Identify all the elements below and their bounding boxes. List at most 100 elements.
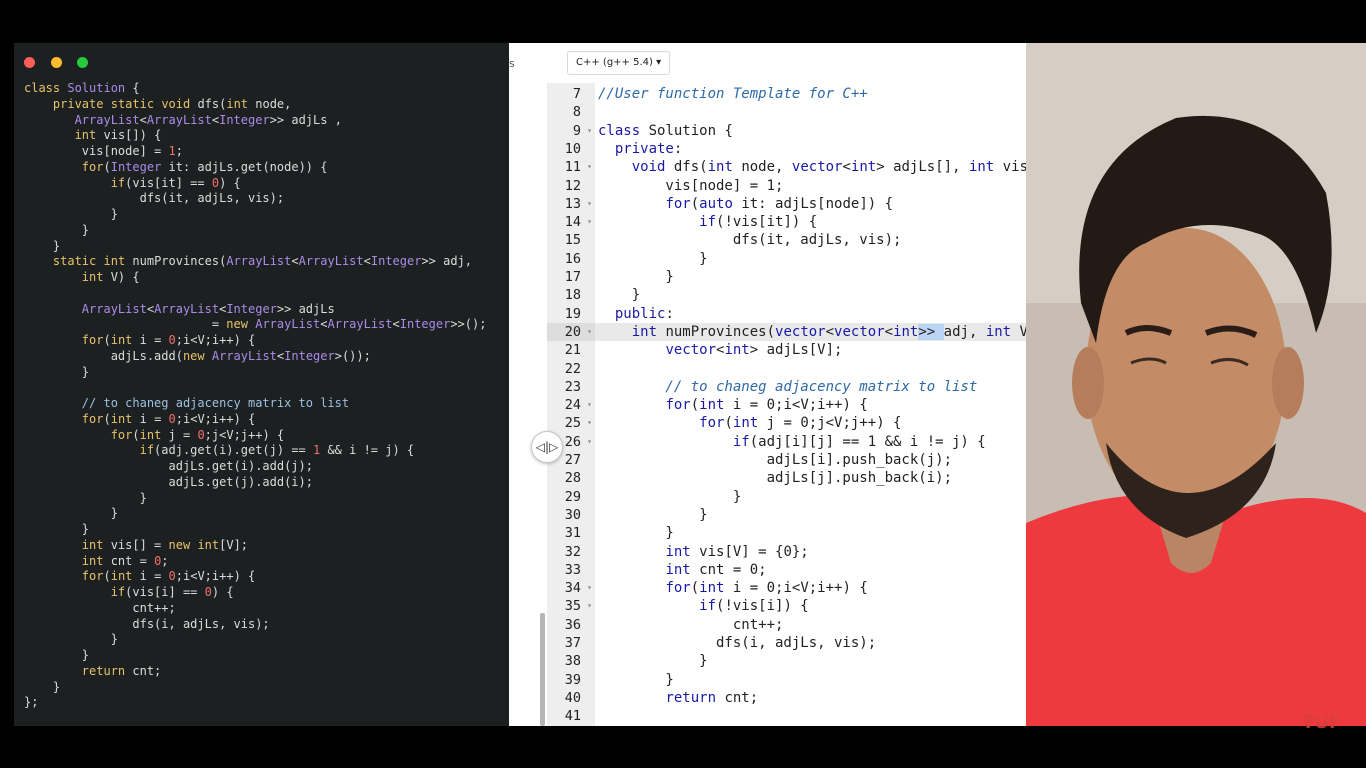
code-line[interactable]: int cnt = 0; bbox=[595, 561, 1026, 579]
code-line[interactable]: adjLs[j].push_back(i); bbox=[595, 469, 1026, 487]
line-number: 32 bbox=[547, 543, 595, 561]
fold-arrow-icon[interactable]: ▾ bbox=[587, 122, 592, 140]
code-line[interactable]: return cnt; bbox=[595, 689, 1026, 707]
line-number: 24 ▾ bbox=[547, 396, 595, 414]
code-line[interactable]: } bbox=[595, 652, 1026, 670]
code-line[interactable]: vis[node] = 1; bbox=[595, 177, 1026, 195]
code-line[interactable]: vector<int> adjLs[V]; bbox=[595, 341, 1026, 359]
line-number: 39 bbox=[547, 671, 595, 689]
code-line[interactable]: cnt++; bbox=[595, 616, 1026, 634]
code-line[interactable]: } bbox=[595, 286, 1026, 304]
line-number: 19 bbox=[547, 305, 595, 323]
line-number-gutter: 7 8 9 ▾ 10 11 ▾ 12 13 ▾ 14 ▾ 15 16 17 18 19 20 ▾ 21 22 23 24 ▾ 2… bbox=[547, 83, 595, 726]
line-number-text: 13 bbox=[564, 195, 581, 212]
code-line[interactable]: int vis[V] = {0}; bbox=[595, 543, 1026, 561]
code-line[interactable] bbox=[595, 360, 1026, 378]
code-line: } bbox=[24, 207, 118, 221]
code-line: adjLs.get(j).add(i); bbox=[24, 474, 313, 489]
line-number-text: 14 bbox=[564, 214, 581, 231]
line-number-text: 27 bbox=[564, 452, 581, 468]
language-select[interactable]: C++ (g++ 5.4) ▾ bbox=[567, 51, 671, 75]
line-number-text: 20 bbox=[564, 323, 581, 340]
fold-arrow-icon[interactable]: ▾ bbox=[587, 396, 592, 414]
fold-arrow-icon[interactable]: ▾ bbox=[587, 433, 592, 451]
code-line[interactable]: for(auto it: adjLs[node]) { bbox=[595, 195, 1026, 213]
code-line[interactable]: } bbox=[595, 506, 1026, 524]
code-line: } bbox=[24, 632, 118, 647]
code-line[interactable]: // to chaneg adjacency matrix to list bbox=[595, 378, 1026, 396]
left-scrollbar-thumb[interactable] bbox=[540, 613, 545, 726]
code-line: // to chaneg adjacency matrix to list bbox=[24, 396, 350, 410]
fold-arrow-icon[interactable]: ▾ bbox=[587, 597, 592, 615]
code-line[interactable]: if(adj[i][j] == 1 && i != j) { bbox=[595, 433, 1026, 451]
line-number: 16 bbox=[547, 250, 595, 268]
splitter-glyph: ◁|▷ bbox=[535, 440, 559, 454]
code-line[interactable]: for(int i = 0;i<V;i++) { bbox=[595, 579, 1026, 597]
fold-arrow-icon[interactable]: ▾ bbox=[587, 213, 592, 231]
code-line[interactable] bbox=[595, 707, 1026, 725]
code-line[interactable]: int numProvinces(vector<vector<int>> adj… bbox=[595, 322, 1026, 342]
code-line[interactable]: for(int i = 0;i<V;i++) { bbox=[595, 396, 1026, 414]
language-select-value: C++ (g++ 5.4) bbox=[576, 57, 653, 68]
fold-arrow-icon[interactable]: ▾ bbox=[587, 323, 592, 341]
maximize-window-button[interactable] bbox=[77, 57, 89, 68]
fold-arrow-icon[interactable]: ▾ bbox=[587, 195, 592, 213]
code-line[interactable]: } bbox=[595, 268, 1026, 286]
code-line[interactable]: } bbox=[595, 524, 1026, 542]
code-line: = new ArrayList<ArrayList<Integer>>(); bbox=[24, 317, 487, 332]
code-line[interactable]: if(!vis[it]) { bbox=[595, 213, 1026, 231]
fold-arrow-icon[interactable]: ▾ bbox=[587, 579, 592, 597]
close-window-button[interactable] bbox=[24, 57, 35, 68]
code-line[interactable]: class Solution { bbox=[595, 122, 1026, 140]
code-line[interactable]: private: bbox=[595, 140, 1026, 158]
line-number: 17 bbox=[547, 268, 595, 286]
code-line: adjLs.add(new ArrayList<Integer>()); bbox=[24, 348, 371, 363]
code-line: for(int i = 0;i<V;i++) { bbox=[81, 333, 256, 347]
code-line: int vis[] = new int[V]; bbox=[81, 537, 249, 552]
code-line[interactable] bbox=[595, 103, 1026, 121]
line-number-text: 17 bbox=[564, 269, 581, 285]
code-line[interactable]: if(!vis[i]) { bbox=[595, 597, 1026, 615]
code-line: adjLs.get(i).add(j); bbox=[24, 459, 313, 473]
code-line[interactable]: } bbox=[595, 671, 1026, 689]
line-number-text: 25 bbox=[564, 415, 581, 432]
code-editor[interactable]: //User function Template for C++ class So… bbox=[595, 83, 1026, 726]
code-line: static int numProvinces(ArrayList<ArrayL… bbox=[52, 254, 473, 269]
code-line[interactable]: } bbox=[595, 250, 1026, 268]
line-number-text: 16 bbox=[564, 250, 581, 267]
code-line: } bbox=[24, 679, 61, 694]
code-line[interactable]: dfs(it, adjLs, vis); bbox=[595, 231, 1026, 249]
minimize-window-button[interactable] bbox=[50, 57, 62, 68]
line-number: 30 bbox=[547, 506, 595, 524]
line-number: 28 bbox=[547, 469, 595, 487]
chevron-down-icon: ▾ bbox=[656, 57, 662, 68]
code-line[interactable]: dfs(i, adjLs, vis); bbox=[595, 634, 1026, 652]
code-line[interactable]: } bbox=[595, 488, 1026, 506]
code-line[interactable]: adjLs[i].push_back(j); bbox=[595, 451, 1026, 469]
code-line: class Solution { bbox=[24, 81, 140, 95]
code-line: }; bbox=[24, 695, 39, 710]
split-arrows-icon[interactable]: ◁|▷ bbox=[531, 431, 563, 463]
line-number-text: 21 bbox=[564, 342, 581, 359]
line-number-text: 10 bbox=[564, 140, 581, 157]
code-line[interactable]: for(int j = 0;j<V;j++) { bbox=[595, 414, 1026, 432]
editor-divider-strip: s bbox=[509, 43, 547, 726]
code-line: ArrayList<ArrayList<Integer>> adjLs bbox=[81, 301, 335, 316]
code-line: for(int i = 0;i<V;i++) { bbox=[81, 411, 256, 426]
code-line: if(vis[it] == 0) { bbox=[110, 175, 241, 190]
line-number: 20 ▾ bbox=[547, 322, 595, 342]
fold-arrow-icon[interactable]: ▾ bbox=[587, 158, 592, 176]
code-line[interactable]: void dfs(int node, vector<int> adjLs[], … bbox=[595, 158, 1026, 176]
code-line[interactable]: //User function Template for C++ bbox=[595, 85, 1026, 103]
code-line: } bbox=[24, 364, 90, 379]
code-line[interactable]: public: bbox=[595, 305, 1026, 323]
code-line: return cnt; bbox=[81, 663, 162, 678]
code-line: } bbox=[24, 522, 90, 536]
line-number: 10 bbox=[547, 140, 595, 158]
code-line: } bbox=[24, 490, 147, 505]
code-line: } bbox=[24, 648, 90, 662]
line-number-text: 31 bbox=[564, 525, 581, 542]
code-line: if(vis[i] == 0) { bbox=[110, 585, 234, 599]
fold-arrow-icon[interactable]: ▾ bbox=[587, 414, 592, 432]
line-number-text: 33 bbox=[564, 561, 581, 578]
